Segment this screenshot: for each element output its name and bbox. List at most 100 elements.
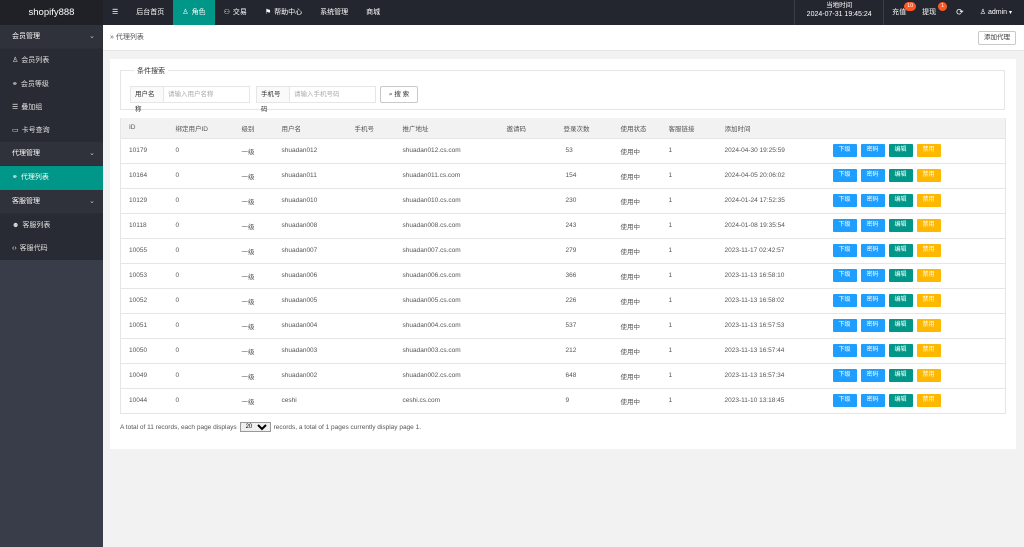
password-button[interactable]: 密码	[860, 144, 885, 157]
disable-button[interactable]: 禁用	[916, 269, 941, 282]
password-button[interactable]: 密码	[860, 394, 885, 407]
password-button[interactable]: 密码	[860, 294, 885, 307]
sub-level-button[interactable]: 下级	[832, 244, 857, 257]
disable-button[interactable]: 禁用	[916, 219, 941, 232]
nav-mall[interactable]: 商城	[357, 0, 389, 25]
phone-input[interactable]	[290, 87, 375, 102]
disable-button[interactable]: 禁用	[916, 319, 941, 332]
edit-button[interactable]: 编辑	[888, 319, 913, 332]
row-actions: 下级 密码 编辑 禁用	[832, 219, 1006, 232]
sub-level-button[interactable]: 下级	[832, 294, 857, 307]
password-button[interactable]: 密码	[860, 369, 885, 382]
search-button[interactable]: ⌕ 搜 索	[380, 86, 418, 103]
cell-url[interactable]: shuadan003.cs.com	[394, 338, 499, 364]
disable-button[interactable]: 禁用	[916, 369, 941, 382]
sub-level-button[interactable]: 下级	[832, 369, 857, 382]
cell-logins: 212	[555, 338, 613, 364]
sidebar-group-members[interactable]: 会员管理 ⌄	[0, 25, 103, 50]
sidebar-item-card-query[interactable]: ▭ 卡号查询	[0, 118, 103, 143]
menu-toggle-button[interactable]: ☰	[103, 0, 127, 25]
sub-level-button[interactable]: 下级	[832, 144, 857, 157]
disable-button[interactable]: 禁用	[916, 244, 941, 257]
edit-button[interactable]: 编辑	[888, 219, 913, 232]
edit-button[interactable]: 编辑	[888, 144, 913, 157]
username-input[interactable]	[164, 87, 249, 102]
cell-phone	[346, 213, 395, 239]
edit-button[interactable]: 编辑	[888, 369, 913, 382]
password-button[interactable]: 密码	[860, 244, 885, 257]
sidebar-group-support[interactable]: 客服管理 ⌄	[0, 189, 103, 214]
withdraw-button[interactable]: 提现 1	[918, 0, 948, 25]
nav-help[interactable]: ⚑ 帮助中心	[256, 0, 311, 25]
sub-level-button[interactable]: 下级	[832, 269, 857, 282]
sidebar-item-support-list[interactable]: ☻ 客服列表	[0, 213, 103, 238]
edit-button[interactable]: 编辑	[888, 394, 913, 407]
nav-system[interactable]: 系统管理	[311, 0, 357, 25]
cell-code	[498, 238, 556, 264]
refresh-button[interactable]: ⟳	[948, 0, 972, 25]
disable-button[interactable]: 禁用	[916, 144, 941, 157]
cell-url[interactable]: shuadan010.cs.com	[394, 188, 499, 214]
cell-bind: 0	[167, 363, 234, 389]
sidebar-item-stack-group[interactable]: ☰ 叠加组	[0, 95, 103, 119]
password-button[interactable]: 密码	[860, 269, 885, 282]
cell-url[interactable]: shuadan008.cs.com	[394, 213, 499, 239]
row-actions: 下级 密码 编辑 禁用	[832, 294, 1006, 307]
sidebar-item-member-list[interactable]: ♙ 会员列表	[0, 49, 103, 73]
sub-level-button[interactable]: 下级	[832, 169, 857, 182]
disable-button[interactable]: 禁用	[916, 194, 941, 207]
sub-level-button[interactable]: 下级	[832, 194, 857, 207]
sub-level-button[interactable]: 下级	[832, 394, 857, 407]
table-row: 10164 0 一级 shuadan011 shuadan011.cs.com 154 使用…	[120, 163, 1006, 189]
edit-button[interactable]: 编辑	[888, 294, 913, 307]
password-button[interactable]: 密码	[860, 219, 885, 232]
cell-actions: 下级 密码 编辑 禁用	[824, 238, 1006, 264]
agent-table: ID 绑定用户ID 级别 用户名 手机号 推广地址 邀请码 登录次数 使用状态 …	[120, 118, 1006, 414]
table-row: 10049 0 一级 shuadan002 shuadan002.cs.com 648 使用…	[120, 363, 1006, 389]
cell-url[interactable]: shuadan005.cs.com	[394, 288, 499, 314]
sub-level-button[interactable]: 下级	[832, 344, 857, 357]
edit-button[interactable]: 编辑	[888, 344, 913, 357]
cell-phone	[346, 163, 395, 189]
password-button[interactable]: 密码	[860, 194, 885, 207]
password-button[interactable]: 密码	[860, 169, 885, 182]
cell-time: 2024-04-05 20:06:02	[716, 163, 825, 189]
column-header: 绑定用户ID	[167, 118, 234, 139]
nav-trade[interactable]: ⚇ 交易	[215, 0, 256, 25]
breadcrumb-bar: » 代理列表 添加代理	[103, 25, 1024, 51]
cell-phone	[346, 363, 395, 389]
disable-button[interactable]: 禁用	[916, 169, 941, 182]
brand-logo[interactable]: shopify888	[0, 0, 103, 25]
cell-url[interactable]: shuadan012.cs.com	[394, 138, 499, 164]
cell-url[interactable]: shuadan011.cs.com	[394, 163, 499, 189]
password-button[interactable]: 密码	[860, 319, 885, 332]
disable-button[interactable]: 禁用	[916, 394, 941, 407]
edit-button[interactable]: 编辑	[888, 269, 913, 282]
sub-level-button[interactable]: 下级	[832, 219, 857, 232]
recharge-button[interactable]: 充值 10	[884, 0, 918, 25]
sidebar: 会员管理 ⌄ ♙ 会员列表 ⚭ 会员等级 ☰ 叠加组 ▭ 卡号查询 代理管理 ⌄ ⚭ 代理列表…	[0, 25, 103, 547]
cell-url[interactable]: shuadan002.cs.com	[394, 363, 499, 389]
disable-button[interactable]: 禁用	[916, 344, 941, 357]
sub-level-button[interactable]: 下级	[832, 319, 857, 332]
page-size-select[interactable]: 20	[239, 422, 271, 432]
cell-user: shuadan005	[273, 288, 347, 314]
nav-role[interactable]: ♙ 角色	[173, 0, 215, 25]
nav-home[interactable]: 后台首页	[127, 0, 173, 25]
cell-url[interactable]: shuadan007.cs.com	[394, 238, 499, 264]
edit-button[interactable]: 编辑	[888, 244, 913, 257]
sidebar-item-agent-list[interactable]: ⚭ 代理列表	[0, 166, 103, 190]
cell-url[interactable]: ceshi.cs.com	[394, 388, 499, 414]
disable-button[interactable]: 禁用	[916, 294, 941, 307]
sidebar-group-agents[interactable]: 代理管理 ⌄	[0, 142, 103, 167]
sidebar-item-member-level[interactable]: ⚭ 会员等级	[0, 72, 103, 96]
edit-button[interactable]: 编辑	[888, 169, 913, 182]
edit-button[interactable]: 编辑	[888, 194, 913, 207]
cell-url[interactable]: shuadan004.cs.com	[394, 313, 499, 339]
user-menu[interactable]: ♙ admin ▾	[972, 0, 1024, 25]
password-button[interactable]: 密码	[860, 344, 885, 357]
user-icon: ♙	[979, 9, 986, 16]
cell-url[interactable]: shuadan006.cs.com	[394, 263, 499, 289]
add-agent-button[interactable]: 添加代理	[978, 31, 1016, 45]
sidebar-item-support-code[interactable]: ‹› 客服代码	[0, 237, 103, 261]
